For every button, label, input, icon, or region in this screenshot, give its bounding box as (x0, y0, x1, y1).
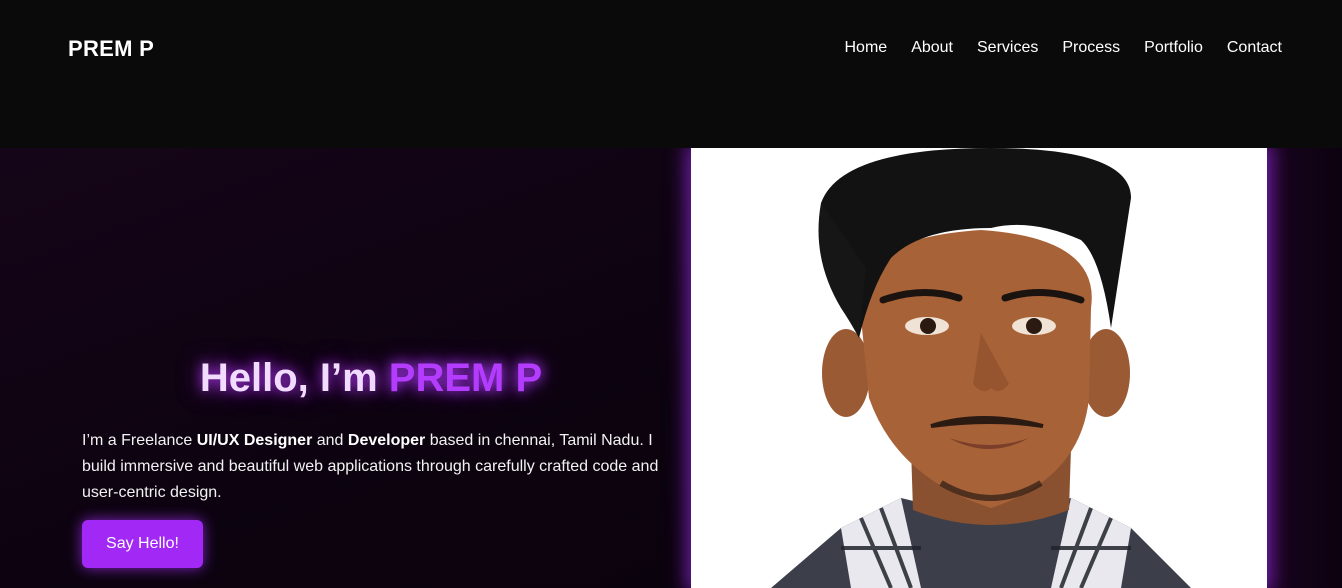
hero-section: Hello, I’m PREM P I’m a Freelance UI/UX … (0, 148, 1342, 588)
nav-item-home: Home (845, 39, 888, 57)
nav-link-services[interactable]: Services (977, 39, 1038, 56)
nav-item-contact: Contact (1227, 39, 1282, 57)
brand-logo[interactable]: PREM P (68, 36, 154, 62)
hero-name: PREM P (388, 356, 543, 400)
top-navbar: PREM P Home About Services Process Portf… (0, 0, 1342, 148)
portrait-illustration (691, 148, 1267, 588)
desc-part-1: I’m a Freelance (82, 432, 197, 449)
nav-item-portfolio: Portfolio (1144, 39, 1203, 57)
nav-link-about[interactable]: About (911, 39, 953, 56)
hero-edge-glow (1262, 148, 1342, 588)
say-hello-button[interactable]: Say Hello! (82, 520, 203, 568)
desc-role-designer: UI/UX Designer (196, 432, 313, 449)
portrait-photo (691, 148, 1267, 588)
nav-item-services: Services (977, 39, 1038, 57)
hero-heading: Hello, I’m PREM P (0, 356, 742, 401)
nav-link-process[interactable]: Process (1062, 39, 1120, 56)
hero-description: I’m a Freelance UI/UX Designer and Devel… (82, 428, 672, 506)
hero-greeting: Hello, I’m (199, 356, 389, 400)
nav-link-contact[interactable]: Contact (1227, 39, 1282, 56)
nav-item-about: About (911, 39, 953, 57)
nav-item-process: Process (1062, 39, 1120, 57)
desc-part-2: and (312, 432, 348, 449)
desc-role-developer: Developer (347, 432, 426, 449)
nav-link-portfolio[interactable]: Portfolio (1144, 39, 1203, 56)
nav-menu: Home About Services Process Portfolio Co… (845, 39, 1283, 57)
nav-link-home[interactable]: Home (845, 39, 888, 56)
